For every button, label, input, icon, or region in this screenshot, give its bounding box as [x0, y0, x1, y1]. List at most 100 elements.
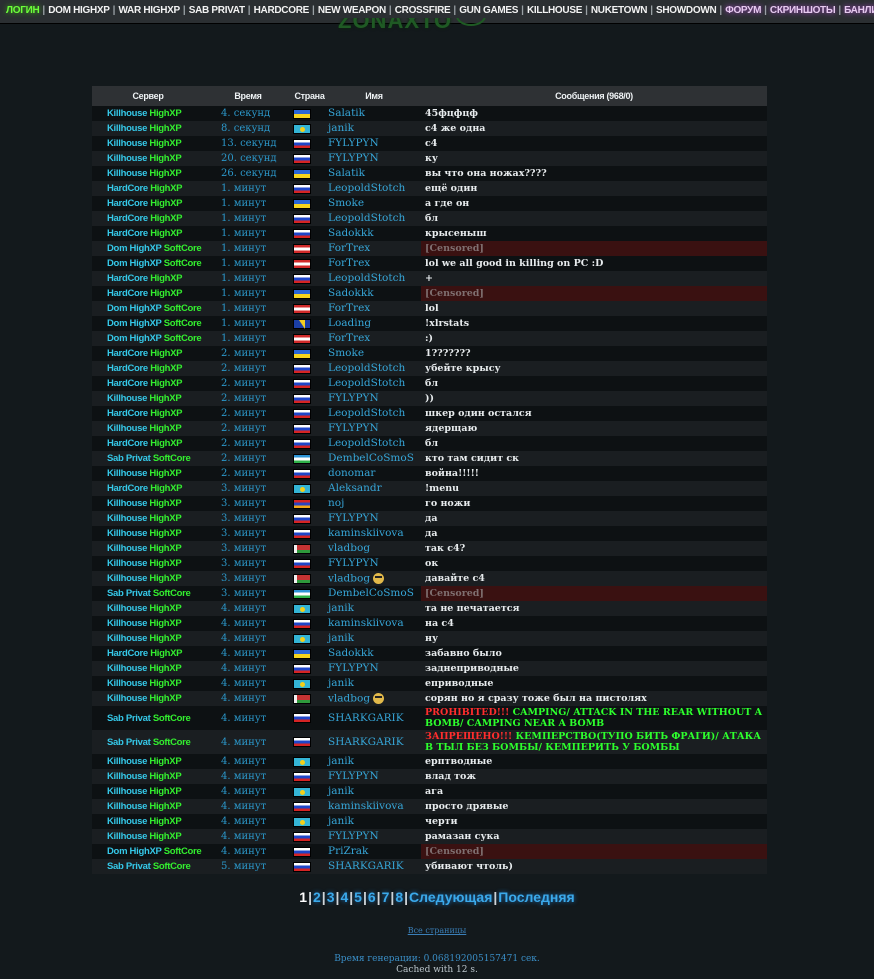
player-name[interactable]: LeopoldStotch	[328, 407, 405, 419]
player-name[interactable]: Salatik	[328, 107, 365, 119]
server-cell[interactable]: Sab Privat SoftCore	[92, 586, 204, 601]
nav-item-3[interactable]: SAB PRIVAT	[189, 5, 245, 16]
player-name[interactable]: janik	[328, 122, 354, 134]
player-name-cell[interactable]: FYLYPYN	[327, 136, 421, 151]
player-name[interactable]: janik	[328, 632, 354, 644]
nav-item-2[interactable]: WAR HIGHXP	[118, 5, 180, 16]
player-name-cell[interactable]: janik	[327, 121, 421, 136]
player-name[interactable]: kaminskiivova	[328, 617, 404, 629]
player-name-cell[interactable]: FYLYPYN	[327, 769, 421, 784]
nav-item-9[interactable]: NUKETOWN	[591, 5, 648, 16]
player-name-cell[interactable]: vladbog	[327, 571, 421, 586]
server-cell[interactable]: Killhouse HighXP	[92, 121, 204, 136]
site-logo[interactable]: ZONAXTO	[338, 18, 488, 38]
server-cell[interactable]: HardCore HighXP	[92, 196, 204, 211]
player-name[interactable]: Loading	[328, 317, 371, 329]
player-name-cell[interactable]: FYLYPYN	[327, 421, 421, 436]
player-name[interactable]: FYLYPYN	[328, 830, 379, 842]
server-cell[interactable]: HardCore HighXP	[92, 406, 204, 421]
player-name[interactable]: ForTrex	[328, 242, 370, 254]
player-name-cell[interactable]: DembelCoSmoS	[327, 451, 421, 466]
server-cell[interactable]: Killhouse HighXP	[92, 616, 204, 631]
player-name-cell[interactable]: janik	[327, 754, 421, 769]
server-cell[interactable]: Killhouse HighXP	[92, 541, 204, 556]
player-name-cell[interactable]: LeopoldStotch	[327, 211, 421, 226]
player-name-cell[interactable]: FYLYPYN	[327, 391, 421, 406]
player-name-cell[interactable]: FYLYPYN	[327, 556, 421, 571]
nav-item-8[interactable]: KILLHOUSE	[527, 5, 582, 16]
player-name-cell[interactable]: janik	[327, 676, 421, 691]
server-cell[interactable]: Sab Privat SoftCore	[92, 730, 204, 754]
server-cell[interactable]: HardCore HighXP	[92, 481, 204, 496]
server-cell[interactable]: Killhouse HighXP	[92, 691, 204, 706]
server-cell[interactable]: HardCore HighXP	[92, 271, 204, 286]
server-cell[interactable]: Killhouse HighXP	[92, 166, 204, 181]
player-name-cell[interactable]: FYLYPYN	[327, 511, 421, 526]
player-name[interactable]: LeopoldStotch	[328, 437, 405, 449]
player-name-cell[interactable]: Loading	[327, 316, 421, 331]
player-name-cell[interactable]: janik	[327, 784, 421, 799]
player-name[interactable]: ForTrex	[328, 332, 370, 344]
server-cell[interactable]: HardCore HighXP	[92, 211, 204, 226]
server-cell[interactable]: Killhouse HighXP	[92, 799, 204, 814]
player-name[interactable]: LeopoldStotch	[328, 377, 405, 389]
player-name[interactable]: kaminskiivova	[328, 800, 404, 812]
player-name[interactable]: FYLYPYN	[328, 512, 379, 524]
page-link-5[interactable]: 5	[354, 889, 362, 905]
server-cell[interactable]: Killhouse HighXP	[92, 769, 204, 784]
player-name-cell[interactable]: janik	[327, 631, 421, 646]
server-cell[interactable]: HardCore HighXP	[92, 376, 204, 391]
server-cell[interactable]: HardCore HighXP	[92, 286, 204, 301]
player-name[interactable]: janik	[328, 602, 354, 614]
player-name[interactable]: SHARKGARIK	[328, 712, 404, 724]
server-cell[interactable]: Dom HighXP SoftCore	[92, 301, 204, 316]
player-name-cell[interactable]: Sadokkk	[327, 646, 421, 661]
all-pages-link[interactable]: Все страницы	[0, 926, 874, 935]
server-cell[interactable]: Dom HighXP SoftCore	[92, 331, 204, 346]
page-link-3[interactable]: 3	[327, 889, 335, 905]
server-cell[interactable]: Sab Privat SoftCore	[92, 859, 204, 874]
player-name[interactable]: Smoke	[328, 347, 364, 359]
server-cell[interactable]: Killhouse HighXP	[92, 571, 204, 586]
server-cell[interactable]: Killhouse HighXP	[92, 601, 204, 616]
player-name-cell[interactable]: LeopoldStotch	[327, 376, 421, 391]
server-cell[interactable]: Killhouse HighXP	[92, 511, 204, 526]
server-cell[interactable]: Dom HighXP SoftCore	[92, 844, 204, 859]
nav-item-10[interactable]: SHOWDOWN	[656, 5, 717, 16]
server-cell[interactable]: Killhouse HighXP	[92, 136, 204, 151]
player-name-cell[interactable]: noj	[327, 496, 421, 511]
server-cell[interactable]: HardCore HighXP	[92, 181, 204, 196]
nav-item-6[interactable]: CROSSFIRE	[395, 5, 451, 16]
player-name-cell[interactable]: donomar	[327, 466, 421, 481]
nav-item-7[interactable]: GUN GAMES	[459, 5, 518, 16]
nav-item-1[interactable]: DOM HIGHXP	[48, 5, 110, 16]
player-name[interactable]: LeopoldStotch	[328, 212, 405, 224]
player-name-cell[interactable]: PriZrak	[327, 844, 421, 859]
player-name-cell[interactable]: FYLYPYN	[327, 829, 421, 844]
server-cell[interactable]: Killhouse HighXP	[92, 829, 204, 844]
server-cell[interactable]: HardCore HighXP	[92, 226, 204, 241]
player-name[interactable]: janik	[328, 815, 354, 827]
server-cell[interactable]: Killhouse HighXP	[92, 496, 204, 511]
player-name-cell[interactable]: LeopoldStotch	[327, 436, 421, 451]
nav-item-12[interactable]: СКРИНШОТЫ	[770, 5, 836, 16]
player-name[interactable]: DembelCoSmoS	[328, 587, 414, 599]
player-name[interactable]: janik	[328, 677, 354, 689]
player-name-cell[interactable]: Aleksandr	[327, 481, 421, 496]
player-name[interactable]: vladbog	[328, 572, 370, 584]
player-name[interactable]: FYLYPYN	[328, 152, 379, 164]
page-link-4[interactable]: 4	[340, 889, 348, 905]
player-name[interactable]: LeopoldStotch	[328, 182, 405, 194]
player-name-cell[interactable]: vladbog	[327, 691, 421, 706]
player-name[interactable]: vladbog	[328, 542, 370, 554]
player-name-cell[interactable]: kaminskiivova	[327, 616, 421, 631]
player-name-cell[interactable]: Sadokkk	[327, 226, 421, 241]
page-link-7[interactable]: 7	[382, 889, 390, 905]
server-cell[interactable]: Sab Privat SoftCore	[92, 706, 204, 730]
server-cell[interactable]: HardCore HighXP	[92, 646, 204, 661]
player-name-cell[interactable]: Salatik	[327, 106, 421, 121]
player-name-cell[interactable]: DembelCoSmoS	[327, 586, 421, 601]
server-cell[interactable]: Killhouse HighXP	[92, 631, 204, 646]
player-name-cell[interactable]: LeopoldStotch	[327, 406, 421, 421]
player-name-cell[interactable]: FYLYPYN	[327, 151, 421, 166]
